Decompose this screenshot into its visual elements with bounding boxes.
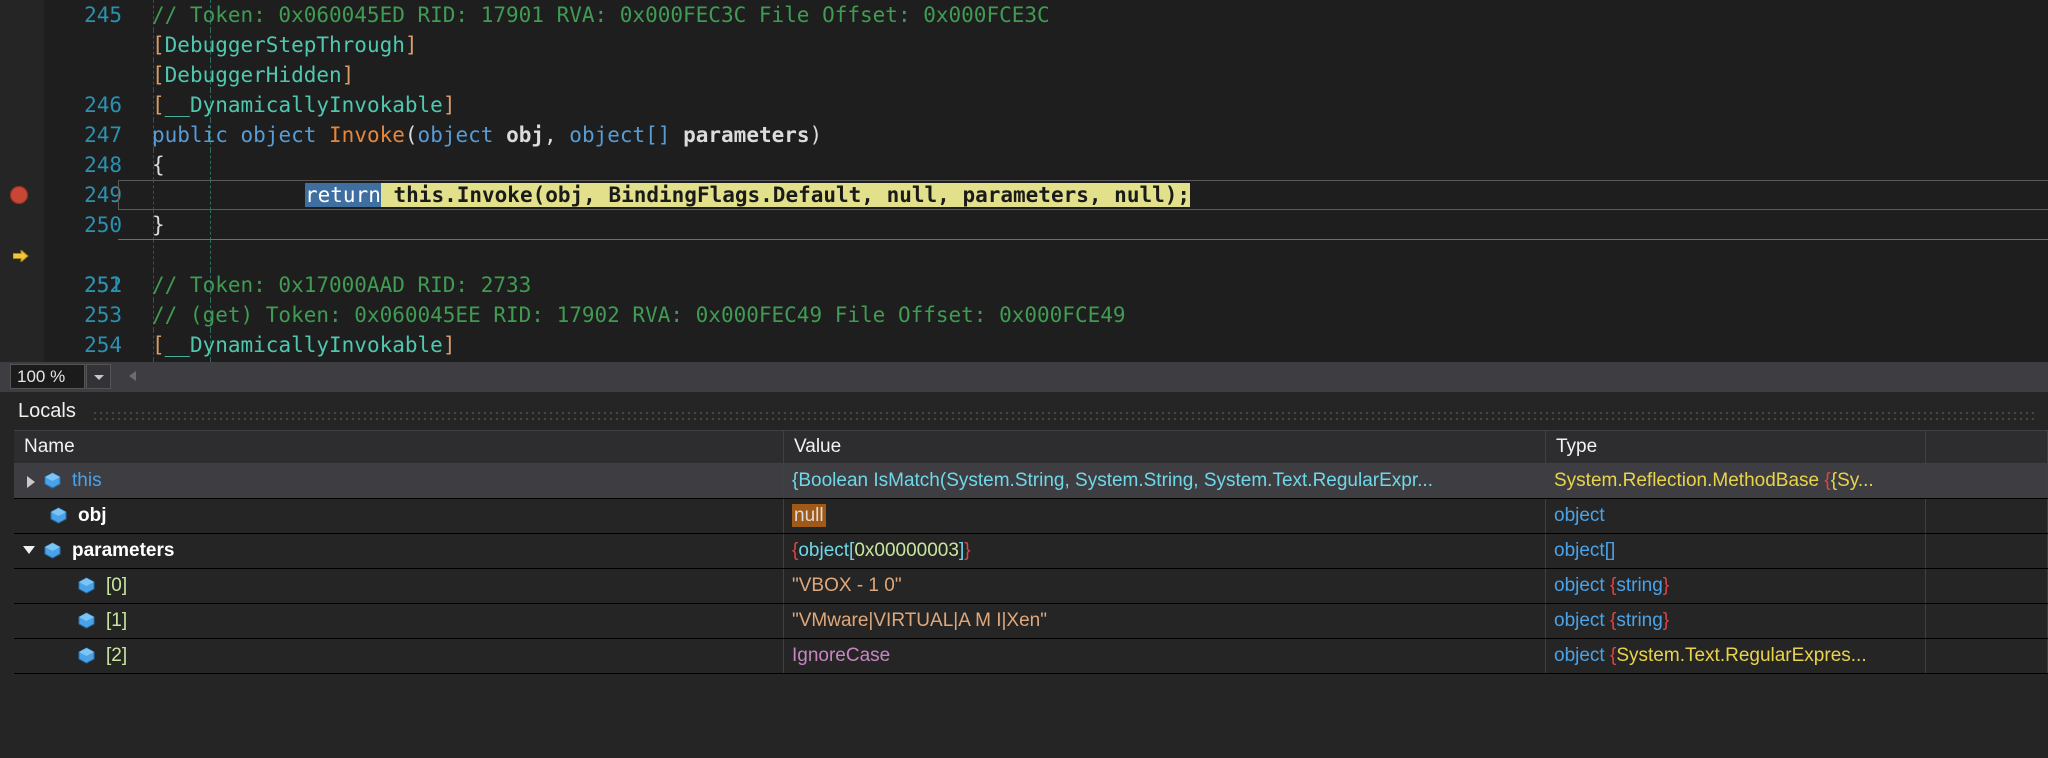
column-header-type[interactable]: Type xyxy=(1546,431,1926,463)
cell-type: object {System.Text.RegularExpres... xyxy=(1546,639,1926,673)
line-number: 245 xyxy=(84,3,122,27)
zoom-level-input[interactable]: 100 % xyxy=(10,364,85,389)
locals-grid[interactable]: Name Value Type this {Boolean IsMatch(Sy… xyxy=(14,430,2048,674)
table-row[interactable]: [2] IgnoreCase object {System.Text.Regul… xyxy=(14,639,2048,674)
variable-cube-icon xyxy=(42,464,64,498)
editor-status-bar[interactable]: 100 % xyxy=(0,362,2048,392)
table-row[interactable]: [1] "VMware|VIRTUAL|A M I|Xen" object {s… xyxy=(14,604,2048,639)
code-text-attribute: [DebuggerHidden] xyxy=(152,63,355,87)
cell-value[interactable]: null xyxy=(784,499,1546,533)
variable-cube-icon xyxy=(76,569,98,603)
code-line[interactable]: 246 [DebuggerStepThrough] xyxy=(0,30,2048,117)
table-row[interactable]: obj null object xyxy=(14,499,2048,534)
code-line[interactable]: 252 } xyxy=(0,210,2048,297)
cell-spacer xyxy=(1926,464,2048,498)
breakpoint-icon[interactable] xyxy=(10,186,28,204)
table-row[interactable]: [0] "VBOX - 1 0" object {string} xyxy=(14,569,2048,604)
cell-spacer xyxy=(1926,639,2048,673)
code-line-current[interactable]: 251 return this.Invoke(obj, BindingFlags… xyxy=(0,180,2048,297)
variable-name: [1] xyxy=(106,610,128,631)
cell-name[interactable]: this xyxy=(14,464,784,498)
scroll-left-arrow-icon[interactable] xyxy=(122,364,144,389)
code-line[interactable]: 254 // Token: 0x17000AAD RID: 2733 xyxy=(0,270,2048,357)
variable-name: parameters xyxy=(72,540,175,561)
cell-name[interactable]: parameters xyxy=(14,534,784,568)
code-text-attribute: [__DynamicallyInvokable] xyxy=(152,333,456,357)
variable-name: [2] xyxy=(106,645,128,666)
param-type: object[] xyxy=(569,123,671,147)
cell-spacer xyxy=(1926,569,2048,603)
cell-value[interactable]: "VBOX - 1 0" xyxy=(784,569,1546,603)
attribute-name: __DynamicallyInvokable xyxy=(164,333,443,357)
code-line[interactable]: 248 [__DynamicallyInvokable] xyxy=(0,90,2048,177)
cell-type: object[] xyxy=(1546,534,1926,568)
cell-name[interactable]: [2] xyxy=(14,639,784,673)
code-text-comment: // Token: 0x17000AAD RID: 2733 xyxy=(152,273,532,297)
cell-spacer xyxy=(1926,499,2048,533)
param-name: parameters xyxy=(683,123,810,147)
variable-cube-icon xyxy=(42,534,64,568)
locals-tab-strip[interactable]: Locals xyxy=(0,392,2048,430)
code-text-signature: public object Invoke(object obj, object[… xyxy=(152,123,823,147)
code-line[interactable]: 249 public object Invoke(object obj, obj… xyxy=(0,120,2048,207)
keyword-public: public xyxy=(152,123,228,147)
code-line[interactable]: 247 [DebuggerHidden] xyxy=(0,60,2048,147)
highlighted-statement: this.Invoke(obj, BindingFlags.Default, n… xyxy=(380,183,1191,207)
code-line[interactable]: 245 // Token: 0x060045ED RID: 17901 RVA:… xyxy=(0,0,2048,30)
variable-cube-icon xyxy=(76,604,98,638)
code-text-current-statement: return this.Invoke(obj, BindingFlags.Def… xyxy=(305,180,1191,210)
code-text-brace: { xyxy=(152,153,165,177)
column-header-name[interactable]: Name xyxy=(14,431,784,463)
code-editor[interactable]: 245 // Token: 0x060045ED RID: 17901 RVA:… xyxy=(0,0,2048,362)
code-text-comment: // (get) Token: 0x060045EE RID: 17902 RV… xyxy=(152,303,1126,327)
cell-value[interactable]: IgnoreCase xyxy=(784,639,1546,673)
chevron-down-icon[interactable] xyxy=(86,364,111,389)
code-line[interactable]: 250 { xyxy=(0,150,2048,237)
param-name: obj xyxy=(506,123,544,147)
locals-grid-header: Name Value Type xyxy=(14,430,2048,464)
variable-cube-icon xyxy=(48,499,70,533)
cell-value[interactable]: {Boolean IsMatch(System.String, System.S… xyxy=(784,464,1546,498)
code-line[interactable]: 256 [__DynamicallyInvokable] xyxy=(0,330,2048,360)
cell-name[interactable]: [1] xyxy=(14,604,784,638)
cell-type: object {string} xyxy=(1546,604,1926,638)
code-text-comment: // Token: 0x060045ED RID: 17901 RVA: 0x0… xyxy=(152,3,1050,27)
variable-cube-icon xyxy=(76,639,98,673)
expander-triangle-icon[interactable] xyxy=(20,464,42,498)
cell-value[interactable]: "VMware|VIRTUAL|A M I|Xen" xyxy=(784,604,1546,638)
param-type: object xyxy=(417,123,494,147)
attribute-name: DebuggerHidden xyxy=(164,63,342,87)
table-row[interactable]: parameters {object[0x00000003]} object[] xyxy=(14,534,2048,569)
tab-locals[interactable]: Locals xyxy=(18,400,76,423)
code-text-brace: } xyxy=(152,213,165,237)
cell-name[interactable]: obj xyxy=(14,499,784,533)
cell-spacer xyxy=(1926,604,2048,638)
variable-name: this xyxy=(72,470,102,491)
variable-name: [0] xyxy=(106,575,128,596)
code-text-attribute: [DebuggerStepThrough] xyxy=(152,33,418,57)
table-row[interactable]: this {Boolean IsMatch(System.String, Sys… xyxy=(14,464,2048,499)
column-header-spacer xyxy=(1926,431,2048,463)
attribute-name: DebuggerStepThrough xyxy=(164,33,405,57)
cell-type: System.Reflection.MethodBase {{Sy... xyxy=(1546,464,1926,498)
cell-name[interactable]: [0] xyxy=(14,569,784,603)
tab-drag-handle[interactable] xyxy=(92,410,2038,422)
column-header-value[interactable]: Value xyxy=(784,431,1546,463)
selected-keyword: return xyxy=(305,183,381,207)
code-line[interactable]: 255 // (get) Token: 0x060045EE RID: 1790… xyxy=(0,300,2048,330)
expander-triangle-icon[interactable] xyxy=(20,534,42,568)
cell-type: object xyxy=(1546,499,1926,533)
keyword-object: object xyxy=(240,123,317,147)
breakpoint-glyph-area[interactable] xyxy=(0,180,44,262)
code-line[interactable]: 253 xyxy=(0,240,2048,327)
cell-spacer xyxy=(1926,534,2048,568)
code-text-attribute: [__DynamicallyInvokable] xyxy=(152,93,456,117)
attribute-name: __DynamicallyInvokable xyxy=(164,93,443,117)
locals-panel[interactable]: Locals Name Value Type this {Boolean IsM… xyxy=(0,392,2048,758)
variable-name: obj xyxy=(78,505,107,526)
cell-type: object {string} xyxy=(1546,569,1926,603)
method-name: Invoke xyxy=(329,123,405,147)
cell-value[interactable]: {object[0x00000003]} xyxy=(784,534,1546,568)
